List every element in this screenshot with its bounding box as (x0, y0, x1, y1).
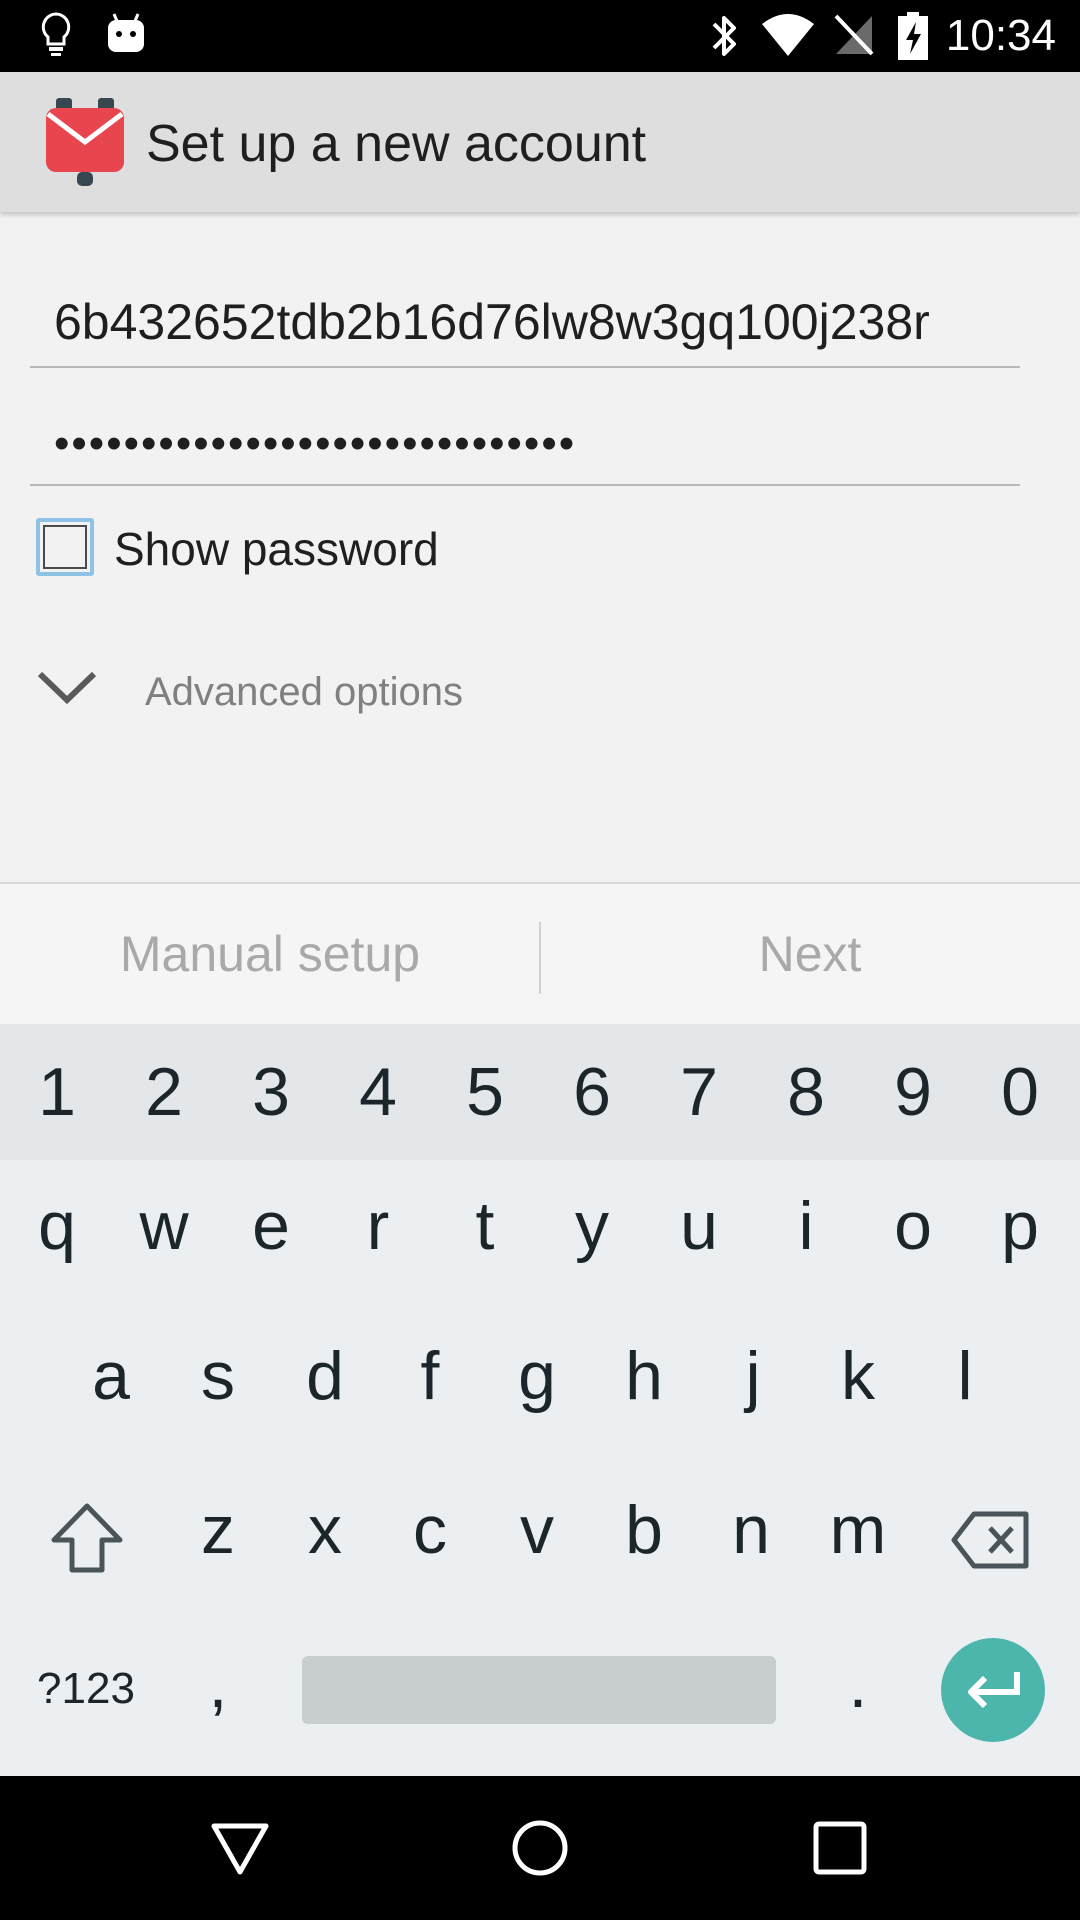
key-b[interactable]: b (592, 1470, 696, 1590)
key-z[interactable]: z (166, 1470, 270, 1590)
k9-mail-logo-icon (46, 98, 124, 186)
manual-setup-button[interactable]: Manual setup (0, 884, 540, 1024)
key-y[interactable]: y (540, 1166, 644, 1286)
key-comma[interactable]: , (166, 1624, 270, 1744)
shift-icon[interactable] (48, 1500, 126, 1578)
status-time: 10:34 (945, 11, 1056, 60)
key-a[interactable]: a (59, 1316, 163, 1436)
chevron-down-icon[interactable] (36, 668, 98, 708)
page-title: Set up a new account (146, 115, 647, 173)
advanced-options-toggle[interactable]: Advanced options (145, 666, 463, 718)
password-field[interactable]: •••••••••••••••••••••••••••••• (30, 400, 1020, 486)
key-r[interactable]: r (326, 1166, 430, 1286)
key-s[interactable]: s (166, 1316, 270, 1436)
show-password-label[interactable]: Show password (114, 521, 439, 577)
key-p[interactable]: p (968, 1166, 1072, 1286)
key-v[interactable]: v (485, 1470, 589, 1590)
app-bar: Set up a new account (0, 72, 1080, 212)
android-icon (108, 13, 144, 52)
key-g[interactable]: g (485, 1316, 589, 1436)
key-x[interactable]: x (273, 1470, 377, 1590)
bluetooth-icon (712, 16, 736, 56)
key-9[interactable]: 9 (861, 1032, 965, 1152)
key-h[interactable]: h (592, 1316, 696, 1436)
key-7[interactable]: 7 (647, 1032, 751, 1152)
space-key[interactable] (302, 1656, 776, 1724)
back-icon[interactable] (210, 1820, 270, 1876)
lightbulb-icon (41, 12, 71, 56)
key-j[interactable]: j (701, 1316, 805, 1436)
key-m[interactable]: m (806, 1470, 910, 1590)
backspace-icon[interactable] (950, 1510, 1032, 1570)
key-5[interactable]: 5 (433, 1032, 537, 1152)
key-period[interactable]: . (806, 1624, 910, 1744)
key-e[interactable]: e (219, 1166, 323, 1286)
key-i[interactable]: i (754, 1166, 858, 1286)
key-l[interactable]: l (913, 1316, 1017, 1436)
key-u[interactable]: u (647, 1166, 751, 1286)
key-0[interactable]: 0 (968, 1032, 1072, 1152)
key-w[interactable]: w (112, 1166, 216, 1286)
key-d[interactable]: d (273, 1316, 377, 1436)
enter-key[interactable] (941, 1638, 1045, 1742)
key-1[interactable]: 1 (5, 1032, 109, 1152)
navigation-bar (0, 1776, 1080, 1920)
next-button[interactable]: Next (540, 884, 1080, 1024)
home-icon[interactable] (510, 1818, 570, 1878)
password-value: •••••••••••••••••••••••••••••• (54, 419, 577, 468)
wifi-icon (762, 14, 814, 56)
key-2[interactable]: 2 (112, 1032, 216, 1152)
key-q[interactable]: q (5, 1166, 109, 1286)
no-signal-icon (834, 14, 874, 56)
key-4[interactable]: 4 (326, 1032, 430, 1152)
key-f[interactable]: f (378, 1316, 482, 1436)
status-bar: 10:34 (0, 0, 1080, 72)
key-3[interactable]: 3 (219, 1032, 323, 1152)
key-c[interactable]: c (378, 1470, 482, 1590)
soft-keyboard: 1 2 3 4 5 6 7 8 9 0 q w e r t y u i o p … (0, 1024, 1080, 1776)
key-o[interactable]: o (861, 1166, 965, 1286)
button-bar: Manual setup Next (0, 882, 1080, 1024)
email-field[interactable]: 6b432652tdb2b16d76lw8w3gq100j238r (30, 282, 1020, 368)
email-value: 6b432652tdb2b16d76lw8w3gq100j238r (54, 294, 930, 350)
key-k[interactable]: k (806, 1316, 910, 1436)
key-t[interactable]: t (433, 1166, 537, 1286)
battery-charging-icon (898, 12, 928, 60)
symbols-key[interactable]: ?123 (24, 1634, 148, 1744)
enter-icon (968, 1672, 1020, 1709)
key-8[interactable]: 8 (754, 1032, 858, 1152)
recents-icon[interactable] (812, 1820, 868, 1876)
key-6[interactable]: 6 (540, 1032, 644, 1152)
key-n[interactable]: n (699, 1470, 803, 1590)
show-password-checkbox[interactable] (36, 518, 94, 576)
